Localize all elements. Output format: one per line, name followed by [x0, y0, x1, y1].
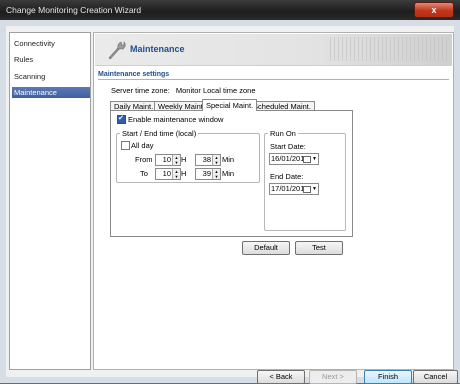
spinner-arrows-icon[interactable]: ▲ ▼: [172, 155, 180, 165]
chevron-down-icon[interactable]: ▼: [312, 154, 317, 164]
to-minutes-unit: Min: [222, 169, 235, 178]
time-group: Start / End time (local) All day From 10…: [116, 129, 260, 183]
special-maint-panel: Enable maintenance window Start / End ti…: [110, 110, 353, 237]
calendar-icon[interactable]: [303, 186, 311, 193]
from-minutes-spinner[interactable]: 38 ▲ ▼: [195, 154, 221, 166]
time-group-title: Start / End time (local): [120, 129, 199, 138]
banner-decoration: [330, 37, 450, 61]
section-title: Maintenance settings: [98, 71, 170, 78]
calendar-icon[interactable]: [303, 156, 311, 163]
timezone-label: Server time zone:: [111, 86, 170, 95]
run-on-title: Run On: [268, 129, 298, 138]
start-date-picker[interactable]: 16/01/2012 ▼: [269, 153, 319, 165]
wizard-window: Change Monitoring Creation Wizard x Conn…: [0, 0, 460, 384]
page-title: Maintenance: [130, 44, 185, 54]
timezone-value: Monitor Local time zone: [175, 86, 256, 95]
section-header: Maintenance settings: [98, 69, 449, 80]
to-hours-unit: H: [181, 169, 187, 178]
timezone-row: Server time zone: Monitor Local time zon…: [111, 86, 256, 95]
all-day-checkbox[interactable]: [121, 141, 130, 150]
start-date-label: Start Date:: [270, 142, 306, 151]
from-minutes-unit: Min: [222, 155, 235, 164]
from-minutes-value: 38: [202, 155, 211, 164]
enable-maintenance-label: Enable maintenance window: [128, 115, 224, 124]
nav-item-scanning[interactable]: Scanning: [12, 71, 90, 82]
title-bar: Change Monitoring Creation Wizard x: [0, 0, 460, 20]
from-hours-value: 10: [162, 155, 171, 164]
to-hours-spinner[interactable]: 10 ▲ ▼: [155, 168, 181, 180]
nav-item-connectivity[interactable]: Connectivity: [12, 38, 90, 49]
page-banner: Maintenance: [95, 34, 452, 66]
finish-button[interactable]: Finish: [364, 370, 412, 384]
from-label: From: [135, 155, 153, 164]
next-button[interactable]: Next >: [309, 370, 357, 384]
wrench-icon: [108, 41, 126, 60]
nav-item-rules[interactable]: Rules: [12, 54, 90, 65]
window-title: Change Monitoring Creation Wizard: [6, 5, 142, 15]
main-panel: Maintenance Maintenance settings Server …: [93, 32, 454, 370]
to-hours-value: 10: [162, 169, 171, 178]
close-icon: x: [431, 5, 437, 15]
test-button[interactable]: Test: [295, 241, 343, 255]
chevron-down-icon[interactable]: ▼: [312, 184, 317, 194]
nav-item-maintenance[interactable]: Maintenance: [12, 87, 90, 98]
wizard-nav: Connectivity Rules Scanning Maintenance: [9, 32, 91, 370]
close-button[interactable]: x: [414, 2, 454, 18]
spinner-arrows-icon[interactable]: ▲ ▼: [212, 155, 220, 165]
run-on-group: Run On Start Date: 16/01/2012 ▼ End Date…: [264, 129, 346, 231]
tab-special[interactable]: Special Maint.: [202, 99, 258, 111]
spinner-arrows-icon[interactable]: ▲ ▼: [212, 169, 220, 179]
from-hours-unit: H: [181, 155, 187, 164]
to-minutes-spinner[interactable]: 39 ▲ ▼: [195, 168, 221, 180]
to-label: To: [140, 169, 148, 178]
end-date-label: End Date:: [270, 172, 304, 181]
back-button[interactable]: < Back: [257, 370, 305, 384]
from-hours-spinner[interactable]: 10 ▲ ▼: [155, 154, 181, 166]
default-button[interactable]: Default: [242, 241, 290, 255]
to-minutes-value: 39: [202, 169, 211, 178]
spinner-arrows-icon[interactable]: ▲ ▼: [172, 169, 180, 179]
all-day-label: All day: [131, 141, 154, 150]
enable-maintenance-checkbox[interactable]: [117, 114, 126, 124]
end-date-picker[interactable]: 17/01/2012 ▼: [269, 183, 319, 195]
cancel-button[interactable]: Cancel: [413, 370, 458, 384]
